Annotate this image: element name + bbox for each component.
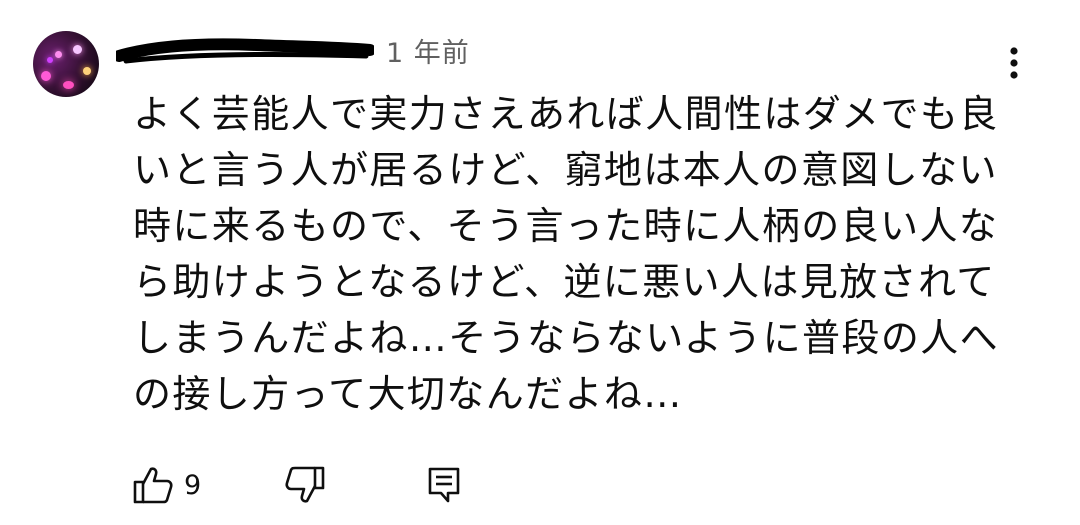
comment-body: よく芸能人で実力さえあれば人間性はダメでも良 いと言う人が居るけど、窮地は本人の… [133,92,1000,416]
reply-comment-icon [428,467,460,503]
comment-header: 1 年前 [116,34,976,74]
comment-actions: 9 [132,462,532,508]
thumbs-down-icon [285,466,325,503]
like-count: 9 [184,469,202,501]
avatar-light [55,51,62,58]
like-button[interactable]: 9 [132,462,201,508]
thumbs-up-icon [133,467,173,504]
author-name-redacted[interactable] [116,36,374,66]
avatar-light [41,71,51,81]
avatar-light [47,57,53,63]
vertical-ellipsis-icon [1010,47,1018,79]
more-actions-button[interactable] [996,40,1032,86]
reply-button[interactable] [426,462,462,508]
redaction-scribble [116,38,374,64]
avatar-light [73,45,82,54]
avatar-light [83,67,91,75]
avatar[interactable] [33,31,99,97]
comment-timestamp[interactable]: 1 年前 [386,34,470,74]
comment-thread: 1 年前 よく芸能人で実力さえあれば人間性はダメでも良 いと言う人が居るけど、窮… [0,0,1080,525]
avatar-light [63,81,74,89]
dislike-button[interactable] [284,462,326,508]
